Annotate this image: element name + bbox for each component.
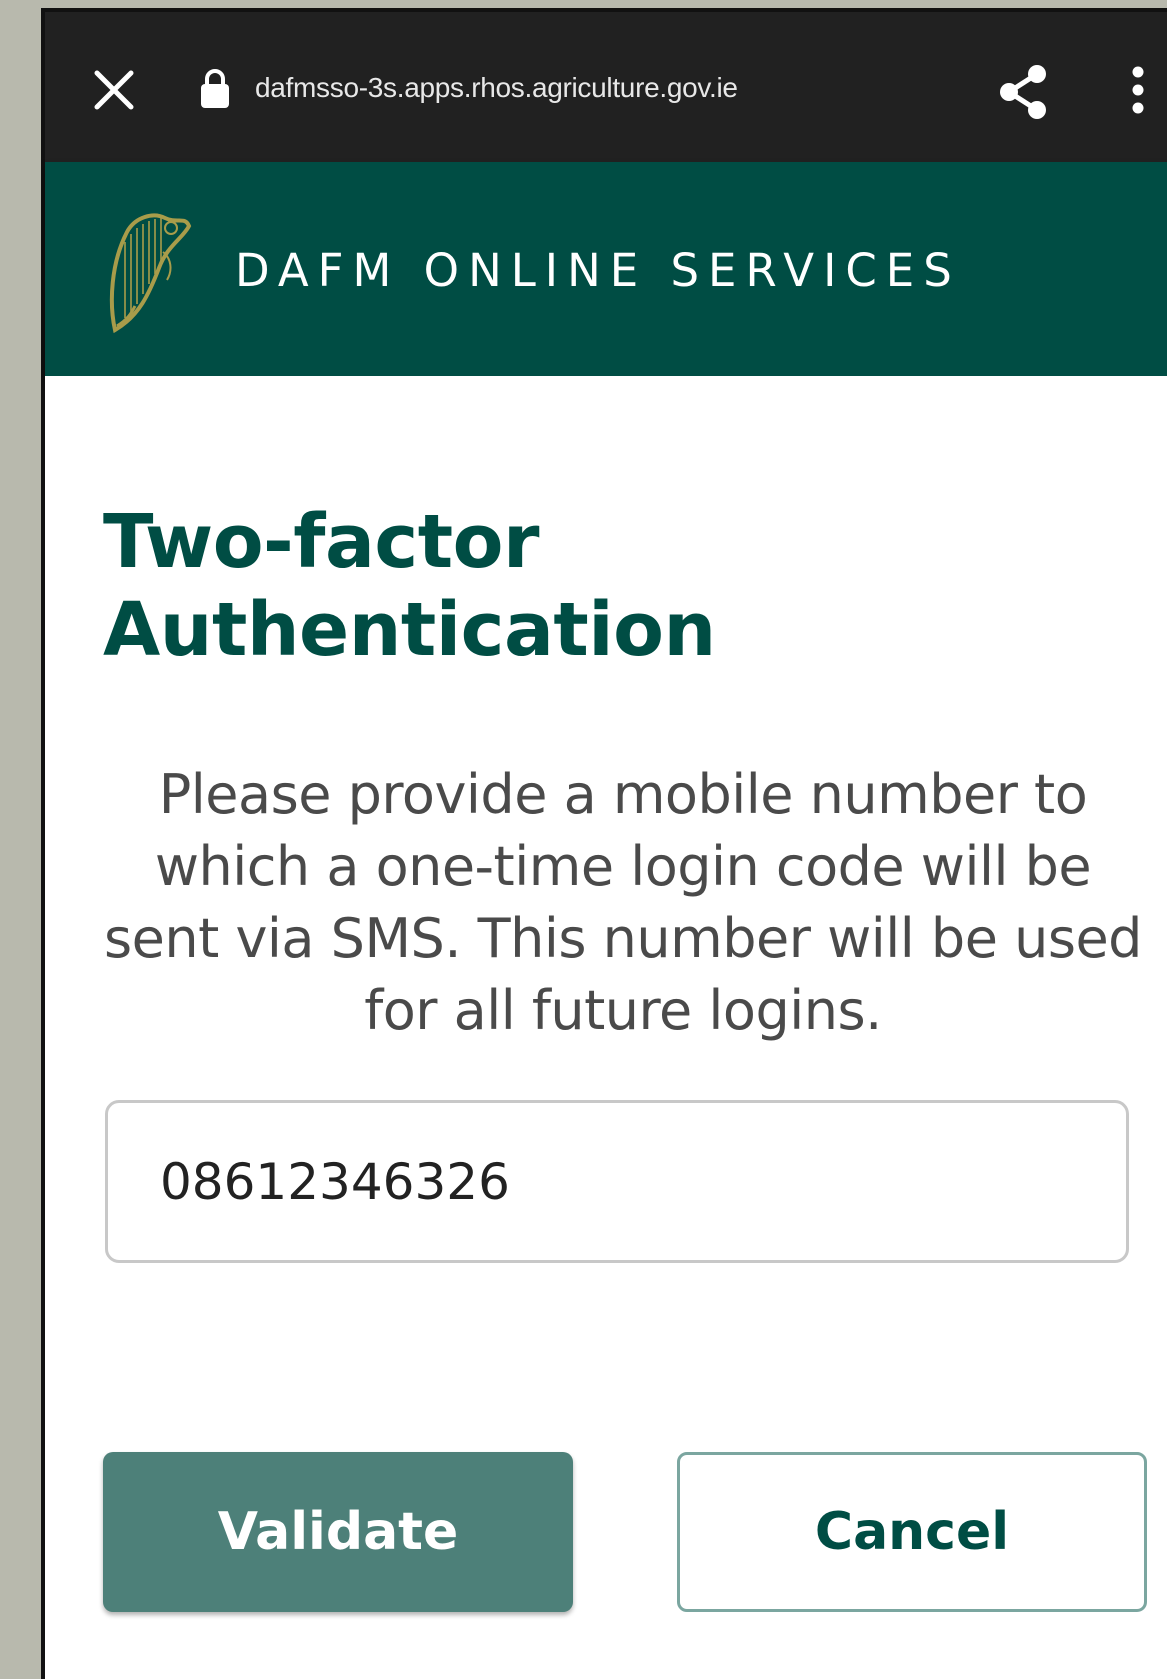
browser-toolbar: dafmsso-3s.apps.rhos.agriculture.gov.ie (45, 12, 1167, 162)
mobile-number-input[interactable] (105, 1100, 1129, 1263)
cancel-button[interactable]: Cancel (677, 1452, 1147, 1612)
main-content: Two-factor Authentication Please provide… (45, 376, 1167, 1679)
share-button[interactable] (995, 62, 1051, 122)
address-bar-url[interactable]: dafmsso-3s.apps.rhos.agriculture.gov.ie (255, 72, 738, 104)
harp-logo-icon (109, 213, 192, 334)
page-title-line-2: Authentication (103, 587, 716, 673)
validate-button[interactable]: Validate (103, 1452, 573, 1612)
page-title: Two-factor Authentication (103, 498, 716, 674)
close-tab-button[interactable] (89, 65, 139, 115)
lock-icon (201, 69, 229, 108)
page-title-line-1: Two-factor (103, 499, 539, 585)
phone-frame: dafmsso-3s.apps.rhos.agriculture.gov.ie (41, 8, 1167, 1679)
close-icon (94, 70, 134, 110)
instructions-text: Please provide a mobile number to which … (104, 763, 1142, 1042)
share-icon (1000, 65, 1046, 119)
more-vert-icon (1132, 66, 1144, 114)
browser-menu-button[interactable] (1125, 65, 1151, 121)
site-title: DAFM ONLINE SERVICES (235, 244, 961, 297)
site-header: DAFM ONLINE SERVICES (45, 162, 1167, 376)
